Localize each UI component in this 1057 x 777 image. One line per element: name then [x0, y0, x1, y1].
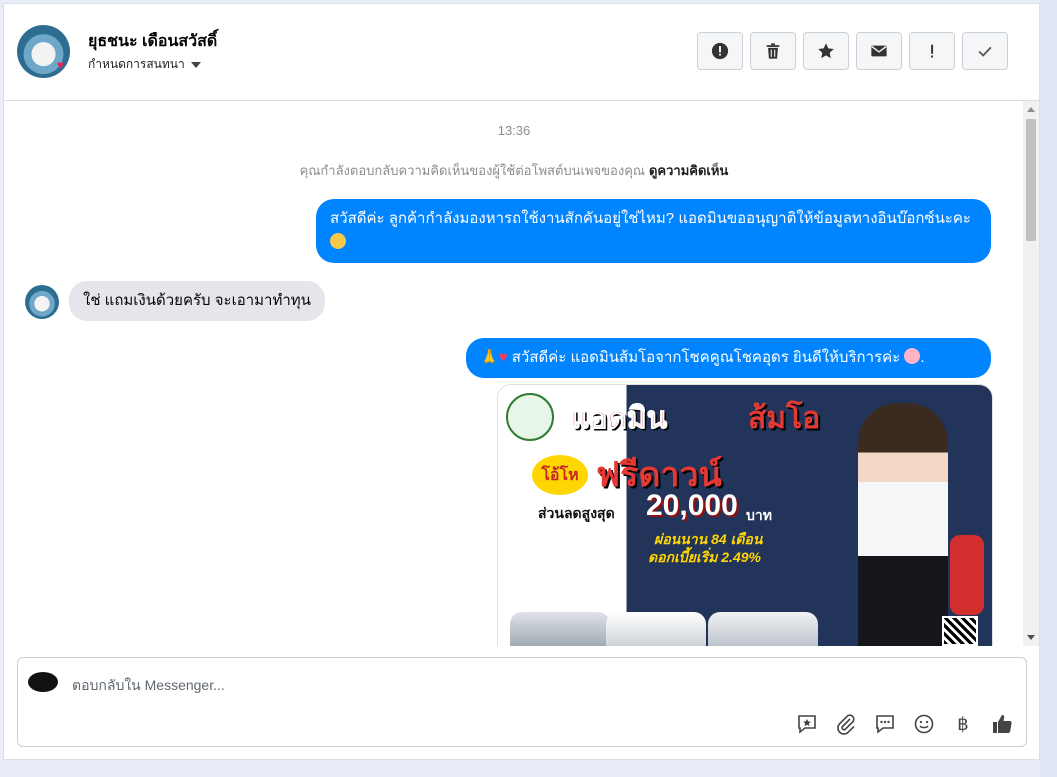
conversation-header: ♥ ยุธชนะ เดือนสวัสดิ์ กำหนดการสนทนา [4, 4, 1039, 101]
promo-admin-text: แอดมิน [569, 402, 668, 436]
payment-button[interactable]: ฿ [951, 712, 975, 736]
check-icon [978, 46, 992, 57]
reply-input[interactable] [70, 672, 674, 698]
dealer-logo [506, 393, 554, 441]
notice-text: คุณกำลังตอบกลับความคิดเห็นของผู้ใช้ต่อโพ… [299, 163, 645, 178]
trash-icon [766, 43, 780, 59]
promo-discount-label: ส่วนลดสูงสุด [538, 505, 615, 521]
message-timestamp: 13:36 [497, 123, 531, 138]
quick-reply-button[interactable] [873, 712, 897, 736]
heart-icon: ♥ [56, 58, 64, 72]
message-bubble-incoming[interactable]: ใช่ แถมเงินด้วยครับ จะเอามาทำทุน [69, 281, 325, 321]
promo-burst-label: โอ้โห [532, 455, 588, 495]
message-bubble-outgoing[interactable]: 🙏♥ สวัสดีค่ะ แอดมินส้มโอจากโชคคูณโชคอุดร… [466, 338, 991, 378]
scroll-up-arrow-icon[interactable] [1027, 107, 1035, 112]
message-text: ใช่ แถมเงินด้วยครับ จะเอามาทำทุน [83, 292, 311, 309]
conversation-toolbar [697, 32, 1008, 70]
message-text: สวัสดีค่ะ ลูกค้ากำลังมองหารถใช้งานสักคัน… [330, 210, 971, 227]
pickup-truck-image [606, 612, 706, 646]
smiling-face-emoji-icon [330, 233, 346, 249]
report-button[interactable] [697, 32, 743, 70]
promo-image-attachment[interactable]: แอดมิน ส้มโอ โอ้โห ฟรีดาวน์ ส่วนลดสูงสุด… [497, 384, 993, 646]
message-bubble-outgoing[interactable]: สวัสดีค่ะ ลูกค้ากำลังมองหารถใช้งานสักคัน… [316, 199, 991, 263]
conversation-panel: ♥ ยุธชนะ เดือนสวัสดิ์ กำหนดการสนทนา 13:3… [3, 3, 1040, 760]
saved-reply-icon [798, 715, 816, 734]
message-text: สวัสดีค่ะ แอดมินส้มโอจากโชคคูณโชคอุดร ยิ… [511, 349, 901, 366]
view-comment-link[interactable]: ดูความคิดเห็น [649, 163, 728, 178]
page-avatar [28, 672, 58, 692]
saved-reply-button[interactable] [795, 712, 819, 736]
presenter-image [858, 403, 948, 646]
composer-tools: ฿ [795, 712, 1014, 736]
mail-icon [871, 45, 887, 57]
car-image [510, 612, 610, 646]
car-seat-image [950, 535, 984, 615]
attach-button[interactable] [834, 712, 858, 736]
star-button[interactable] [803, 32, 849, 70]
qr-code [942, 616, 978, 646]
contact-avatar-small[interactable] [25, 285, 59, 319]
reply-context-notice: คุณกำลังตอบกลับความคิดเห็นของผู้ใช้ต่อโพ… [4, 160, 1024, 181]
scroll-thumb[interactable] [1026, 119, 1036, 241]
like-button[interactable] [990, 712, 1014, 736]
follow-up-button[interactable] [909, 32, 955, 70]
delete-button[interactable] [750, 32, 796, 70]
folded-hands-emoji-icon: 🙏 [480, 349, 499, 366]
star-icon [818, 43, 834, 59]
attach-icon [837, 714, 855, 735]
mark-unread-button[interactable] [856, 32, 902, 70]
assign-label: กำหนดการสนทนา [88, 57, 185, 71]
contact-avatar[interactable]: ♥ [17, 25, 70, 78]
page-side-strip [1040, 0, 1057, 777]
exclamation-icon [931, 44, 934, 58]
caret-down-icon [190, 61, 201, 68]
chat-bubble-icon [876, 715, 894, 734]
red-heart-emoji-icon: ♥ [498, 349, 508, 366]
emoji-icon [914, 714, 934, 734]
pickup-truck-image [708, 612, 818, 646]
thumbs-up-icon [993, 715, 1012, 733]
contact-name[interactable]: ยุธชนะ เดือนสวัสดิ์ [88, 29, 217, 54]
promo-discount-unit: บาท [746, 507, 772, 523]
promo-interest: ดอกเบี้ยเริ่ม 2.49% [648, 549, 761, 565]
assign-conversation-dropdown[interactable]: กำหนดการสนทนา [88, 55, 201, 74]
baht-icon: ฿ [957, 713, 969, 734]
heart-eyes-emoji-icon [904, 348, 921, 364]
thread-scrollbar[interactable] [1023, 101, 1039, 646]
scroll-down-arrow-icon[interactable] [1027, 635, 1035, 640]
promo-admin-name: ส้มโอ [748, 402, 821, 435]
emoji-button[interactable] [912, 712, 936, 736]
promo-discount-value: 20,000 [646, 489, 738, 522]
done-button[interactable] [962, 32, 1008, 70]
message-thread[interactable]: 13:36 คุณกำลังตอบกลับความคิดเห็นของผู้ใช… [4, 101, 1039, 646]
reply-composer: ฿ [17, 657, 1027, 747]
report-icon [711, 42, 729, 60]
